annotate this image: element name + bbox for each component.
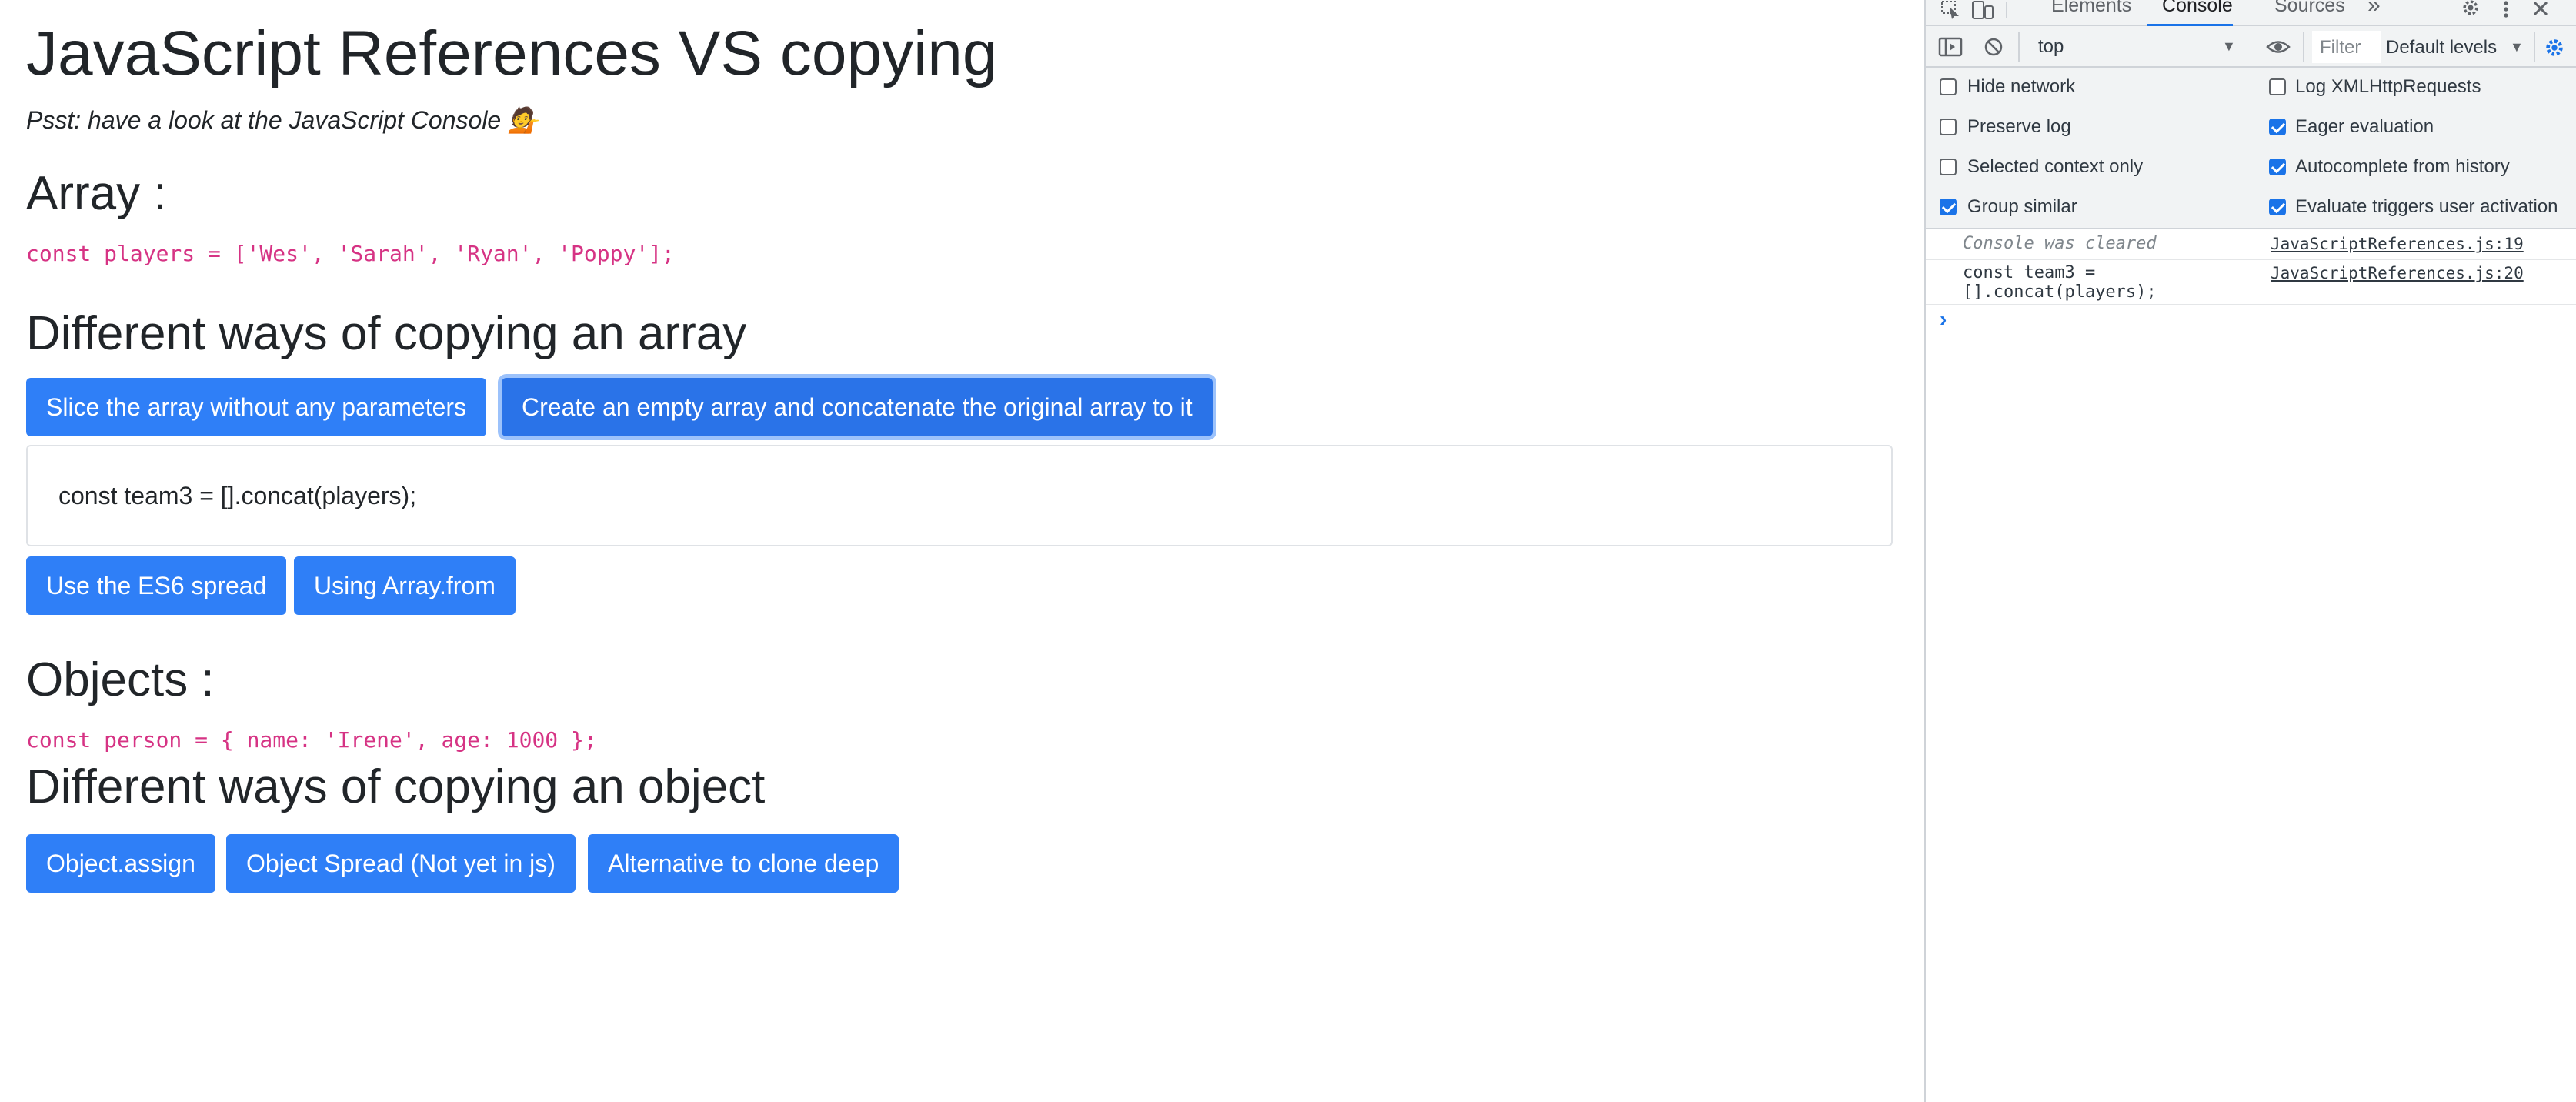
tab-elements[interactable]: Elements (2051, 0, 2131, 15)
selected-context-checkbox[interactable] (1940, 159, 1957, 175)
console-message: Console was cleared JavaScriptReferences… (1926, 231, 2576, 260)
source-link[interactable]: JavaScriptReferences.js:19 (2271, 234, 2524, 254)
object-spread-button[interactable]: Object Spread (Not yet in js) (226, 834, 576, 893)
source-link[interactable]: JavaScriptReferences.js:20 (2271, 263, 2524, 283)
toolbar-divider (2303, 32, 2304, 62)
toolbar-divider (2018, 32, 2020, 62)
context-value: top (2038, 36, 2064, 57)
prompt-chevron-icon: › (1940, 307, 1947, 331)
clear-console-icon[interactable] (1983, 36, 2004, 58)
concat-button[interactable]: Create an empty array and concatenate th… (502, 378, 1213, 436)
message-text-line2: [].concat(players); (1963, 282, 2157, 302)
es6-spread-button[interactable]: Use the ES6 spread (26, 556, 287, 615)
preserve-log-checkbox[interactable] (1940, 119, 1957, 135)
levels-dropdown[interactable]: Default levels ▼ (2386, 31, 2524, 63)
user-activation-checkbox[interactable] (2269, 199, 2286, 215)
devtools-panel: Elements Console Sources » top ▼ Filter … (1924, 0, 2576, 1102)
filter-input[interactable]: Filter (2312, 31, 2381, 63)
log-xhr-label: Log XMLHttpRequests (2295, 76, 2481, 97)
chevron-down-icon: ▼ (2510, 39, 2524, 55)
log-xhr-checkbox[interactable] (2269, 78, 2286, 95)
console-toolbar: top ▼ Filter Default levels ▼ (1926, 26, 2576, 68)
group-similar-label: Group similar (1967, 196, 2077, 217)
eager-evaluation-label: Eager evaluation (2295, 116, 2434, 137)
sidebar-toggle-icon[interactable] (1938, 36, 1963, 58)
autocomplete-history-checkbox[interactable] (2269, 159, 2286, 175)
output-text: const team3 = [].concat(players); (58, 482, 417, 509)
object-assign-button[interactable]: Object.assign (26, 834, 215, 893)
console-hint: Psst: have a look at the JavaScript Cons… (26, 106, 539, 134)
hide-network-label: Hide network (1967, 76, 2076, 97)
objects-heading: Objects : (26, 653, 215, 706)
group-similar-checkbox[interactable] (1940, 199, 1957, 215)
message-text-line1: const team3 = (1963, 263, 2096, 282)
devtools-tabbar: Elements Console Sources » (1926, 0, 2576, 27)
more-options-icon[interactable] (2498, 0, 2514, 20)
array-from-button[interactable]: Using Array.from (294, 556, 516, 615)
output-box: const team3 = [].concat(players); (26, 445, 1893, 546)
tab-console[interactable]: Console (2162, 0, 2233, 15)
object-code: const person = { name: 'Irene', age: 100… (26, 727, 597, 753)
console-prompt-input[interactable]: › (1926, 306, 2576, 337)
message-text: Console was cleared (1963, 234, 2157, 253)
console-settings-gear-icon[interactable] (2543, 36, 2566, 59)
chevron-down-icon: ▼ (2222, 38, 2236, 54)
slice-button[interactable]: Slice the array without any parameters (26, 378, 487, 436)
inspect-element-icon[interactable] (1940, 0, 1963, 20)
page-title: JavaScript References VS copying (26, 18, 998, 88)
selected-context-label: Selected context only (1967, 156, 2144, 177)
context-selector[interactable]: top ▼ (2034, 30, 2257, 64)
console-settings-pane: Hide network Preserve log Selected conte… (1926, 68, 2576, 229)
hide-network-checkbox[interactable] (1940, 78, 1957, 95)
more-tabs-icon[interactable]: » (2367, 0, 2381, 17)
filter-placeholder: Filter (2320, 37, 2361, 58)
eager-evaluation-checkbox[interactable] (2269, 119, 2286, 135)
tab-sources[interactable]: Sources (2274, 0, 2345, 15)
preserve-log-label: Preserve log (1967, 116, 2071, 137)
object-copy-heading: Different ways of copying an object (26, 760, 766, 813)
tab-divider (2006, 2, 2007, 18)
levels-value: Default levels (2386, 37, 2498, 58)
console-message: const team3 = [].concat(players); JavaSc… (1926, 260, 2576, 305)
array-copy-heading: Different ways of copying an array (26, 307, 747, 360)
settings-gear-icon[interactable] (2458, 0, 2483, 18)
autocomplete-history-label: Autocomplete from history (2295, 156, 2510, 177)
clone-deep-button[interactable]: Alternative to clone deep (588, 834, 899, 893)
user-activation-label: Evaluate triggers user activation (2295, 196, 2558, 217)
device-toolbar-icon[interactable] (1970, 0, 1995, 20)
page-content: JavaScript References VS copying Psst: h… (0, 0, 1924, 1102)
array-heading: Array : (26, 167, 167, 220)
array-code: const players = ['Wes', 'Sarah', 'Ryan',… (26, 241, 675, 266)
live-expression-eye-icon[interactable] (2266, 37, 2291, 57)
toolbar-divider (2534, 32, 2535, 62)
close-devtools-icon[interactable] (2531, 0, 2551, 18)
